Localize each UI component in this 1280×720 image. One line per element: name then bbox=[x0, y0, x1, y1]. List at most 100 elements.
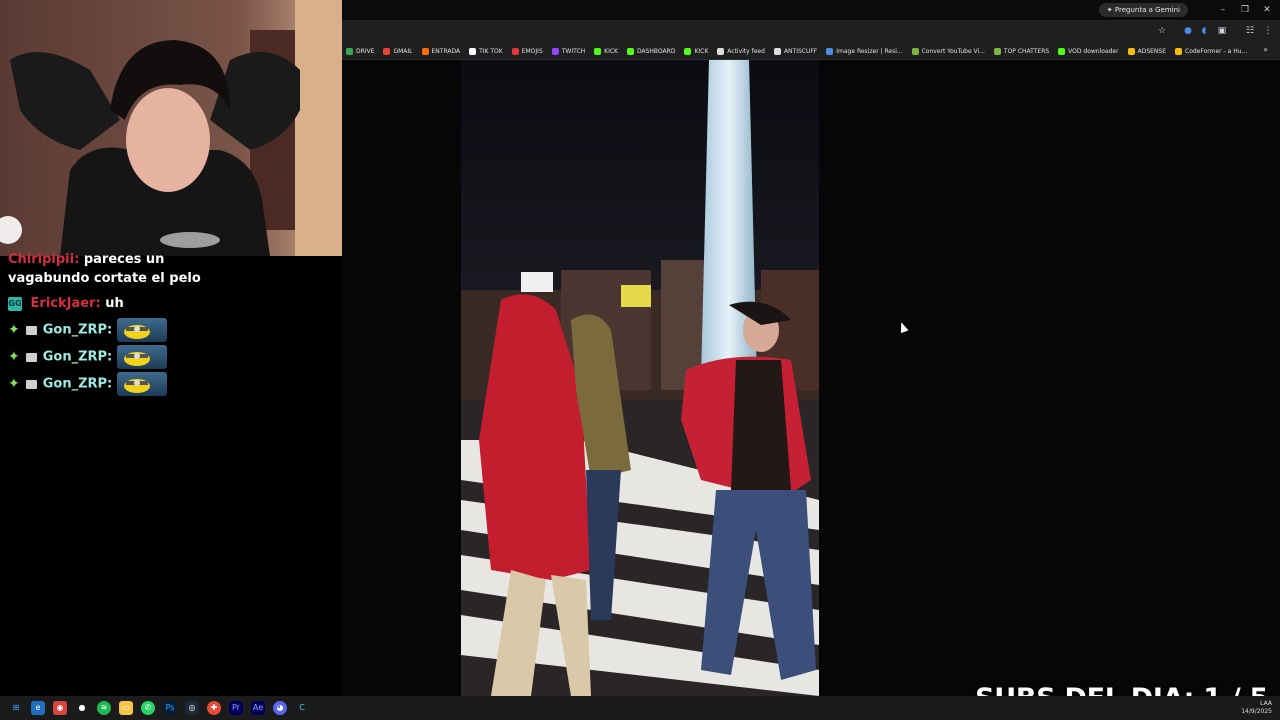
bookmarks-list: DRIVE GMAIL ENTRADA TIK TOK EMOJIS TWITCH KICK… bbox=[346, 42, 1247, 60]
extension-icon[interactable]: ◖ bbox=[1198, 25, 1210, 37]
bookmark-favicon-icon bbox=[1175, 47, 1183, 55]
chat-username: Gon_ZRP: bbox=[42, 376, 113, 392]
bookmark-item[interactable]: TIK TOK bbox=[469, 47, 503, 55]
bookmark-item[interactable]: CodeFormer - a Hu... bbox=[1175, 47, 1248, 55]
close-icon[interactable]: ✕ bbox=[1258, 3, 1276, 17]
webcam-feed bbox=[0, 0, 342, 256]
browser-toolbar: ☆ ● ◖ ▣ ☷ ⋮ bbox=[342, 20, 1280, 42]
chat-message: Chiripipii: pareces un bbox=[8, 252, 164, 267]
bookmark-favicon-icon bbox=[773, 47, 781, 55]
gemini-button[interactable]: ✦ Pregunta a Gemini bbox=[1098, 3, 1188, 17]
chat-message: ✦ Gon_ZRP: bbox=[8, 372, 167, 396]
bookmark-item[interactable]: ADSENSE bbox=[1127, 47, 1167, 55]
mail-badge-icon bbox=[25, 325, 37, 335]
chat-message: ✦ Gon_ZRP: bbox=[8, 318, 167, 342]
minion-emote-icon bbox=[116, 372, 167, 396]
bookmark-item[interactable]: TWITCH bbox=[551, 47, 585, 55]
whatsapp-icon[interactable]: ✆ bbox=[141, 701, 155, 715]
bookmark-item[interactable]: GMAIL bbox=[383, 47, 413, 55]
bookmark-item[interactable]: ENTRADA bbox=[421, 47, 461, 55]
bookmark-label: ADSENSE bbox=[1137, 47, 1167, 55]
bookmark-label: ENTRADA bbox=[431, 47, 461, 55]
bookmark-favicon-icon bbox=[469, 47, 477, 55]
bookmark-favicon-icon bbox=[993, 47, 1001, 55]
bookmark-label: ANTISCUFF bbox=[783, 47, 818, 55]
bookmark-label: DRIVE bbox=[356, 47, 375, 55]
bookmark-label: Image Resizer | Resi... bbox=[836, 47, 903, 55]
bookmark-favicon-icon bbox=[1127, 47, 1135, 55]
gg-badge-icon: GG bbox=[8, 296, 22, 311]
profile-icon[interactable]: ☷ bbox=[1244, 25, 1256, 37]
bookmark-favicon-icon bbox=[911, 47, 919, 55]
photoshop-icon[interactable]: Ps bbox=[163, 701, 177, 715]
chat-message: ✦ Gon_ZRP: bbox=[8, 345, 167, 369]
bookmark-item[interactable]: Image Resizer | Resi... bbox=[826, 47, 903, 55]
bookmark-favicon-icon bbox=[421, 47, 429, 55]
chat-message: GG ErickJaer: uh bbox=[8, 296, 124, 311]
bookmark-label: GMAIL bbox=[393, 47, 413, 55]
folder-icon[interactable]: ▭ bbox=[119, 701, 133, 715]
bookmark-label: Convert YouTube Vi... bbox=[921, 47, 985, 55]
extension-icon[interactable]: ● bbox=[1182, 25, 1194, 37]
chat-message-continuation: vagabundo cortate el pelo bbox=[8, 271, 201, 286]
chat-username: Chiripipii: bbox=[8, 252, 80, 267]
bookmark-item[interactable]: EMOJIS bbox=[511, 47, 543, 55]
extensions-puzzle-icon[interactable]: ▣ bbox=[1216, 25, 1228, 37]
bookmark-favicon-icon bbox=[717, 47, 725, 55]
bookmark-favicon-icon bbox=[826, 47, 834, 55]
edge-icon[interactable]: e bbox=[31, 701, 45, 715]
steam-icon[interactable]: ◎ bbox=[185, 701, 199, 715]
bookmarks-overflow-icon[interactable]: » bbox=[1263, 45, 1268, 54]
bookmark-label: KICK bbox=[604, 47, 618, 55]
bookmark-item[interactable]: TOP CHATTERS bbox=[993, 47, 1050, 55]
bookmark-item[interactable]: KICK bbox=[594, 47, 618, 55]
bookmark-star-icon[interactable]: ☆ bbox=[1156, 25, 1168, 37]
premiere-icon[interactable]: Pr bbox=[229, 701, 243, 715]
star-badge-icon: ✦ bbox=[8, 348, 20, 365]
bookmark-item[interactable]: DASHBOARD bbox=[626, 47, 676, 55]
bookmark-item[interactable]: Activity feed bbox=[717, 47, 765, 55]
bookmark-favicon-icon bbox=[594, 47, 602, 55]
bookmark-label: TOP CHATTERS bbox=[1003, 47, 1050, 55]
bookmark-label: DASHBOARD bbox=[636, 47, 676, 55]
chat-username: Gon_ZRP: bbox=[42, 322, 113, 338]
bookmark-label: EMOJIS bbox=[521, 47, 543, 55]
bookmark-item[interactable]: Convert YouTube Vi... bbox=[911, 47, 985, 55]
minimize-icon[interactable]: – bbox=[1214, 3, 1232, 17]
bookmark-item[interactable]: KICK bbox=[684, 47, 708, 55]
discord-icon[interactable]: ◕ bbox=[273, 701, 287, 715]
bookmark-label: TIK TOK bbox=[479, 47, 503, 55]
chrome-icon[interactable]: ◉ bbox=[53, 701, 67, 715]
chat-text: uh bbox=[105, 296, 124, 311]
bookmark-favicon-icon bbox=[551, 47, 559, 55]
obs-icon[interactable]: ● bbox=[75, 701, 89, 715]
bookmark-label: CodeFormer - a Hu... bbox=[1185, 47, 1248, 55]
minion-emote-icon bbox=[116, 345, 167, 369]
chat-overlay: Chiripipii: pareces un vagabundo cortate… bbox=[0, 252, 342, 696]
bookmark-favicon-icon bbox=[346, 47, 353, 55]
star-badge-icon: ✦ bbox=[8, 375, 20, 392]
capcut-icon[interactable]: C bbox=[295, 701, 309, 715]
system-tray: LAA 14/9/2025 bbox=[1241, 700, 1272, 716]
after-effects-icon[interactable]: Ae bbox=[251, 701, 265, 715]
bookmark-favicon-icon bbox=[383, 47, 391, 55]
menu-kebab-icon[interactable]: ⋮ bbox=[1262, 25, 1274, 37]
taskbar: ⊞ e ◉ ● ≋ ▭ ✆ Ps ◎ ✚ Pr Ae ◕ C LAA 14/9/… bbox=[0, 696, 1280, 720]
mail-badge-icon bbox=[25, 379, 37, 389]
gemini-label: Pregunta a Gemini bbox=[1114, 6, 1180, 14]
spotify-icon[interactable]: ≋ bbox=[97, 701, 111, 715]
bookmark-label: Activity feed bbox=[727, 47, 765, 55]
bookmark-item[interactable]: DRIVE bbox=[346, 47, 375, 55]
tray-date: 14/9/2025 bbox=[1241, 708, 1272, 715]
bookmark-favicon-icon bbox=[1058, 47, 1066, 55]
bookmark-item[interactable]: VOD downloader bbox=[1058, 47, 1119, 55]
app-icon[interactable]: ✚ bbox=[207, 701, 221, 715]
screen: Chiripipii: pareces un vagabundo cortate… bbox=[0, 0, 1280, 720]
restore-icon[interactable]: ❐ bbox=[1236, 3, 1254, 17]
chat-username: Gon_ZRP: bbox=[42, 349, 113, 365]
bookmark-item[interactable]: ANTISCUFF bbox=[773, 47, 818, 55]
windows-start-icon[interactable]: ⊞ bbox=[9, 701, 23, 715]
bookmark-label: VOD downloader bbox=[1068, 47, 1119, 55]
bookmarks-bar: DRIVE GMAIL ENTRADA TIK TOK EMOJIS TWITCH KICK… bbox=[342, 42, 1280, 60]
minion-emote-icon bbox=[116, 318, 167, 342]
